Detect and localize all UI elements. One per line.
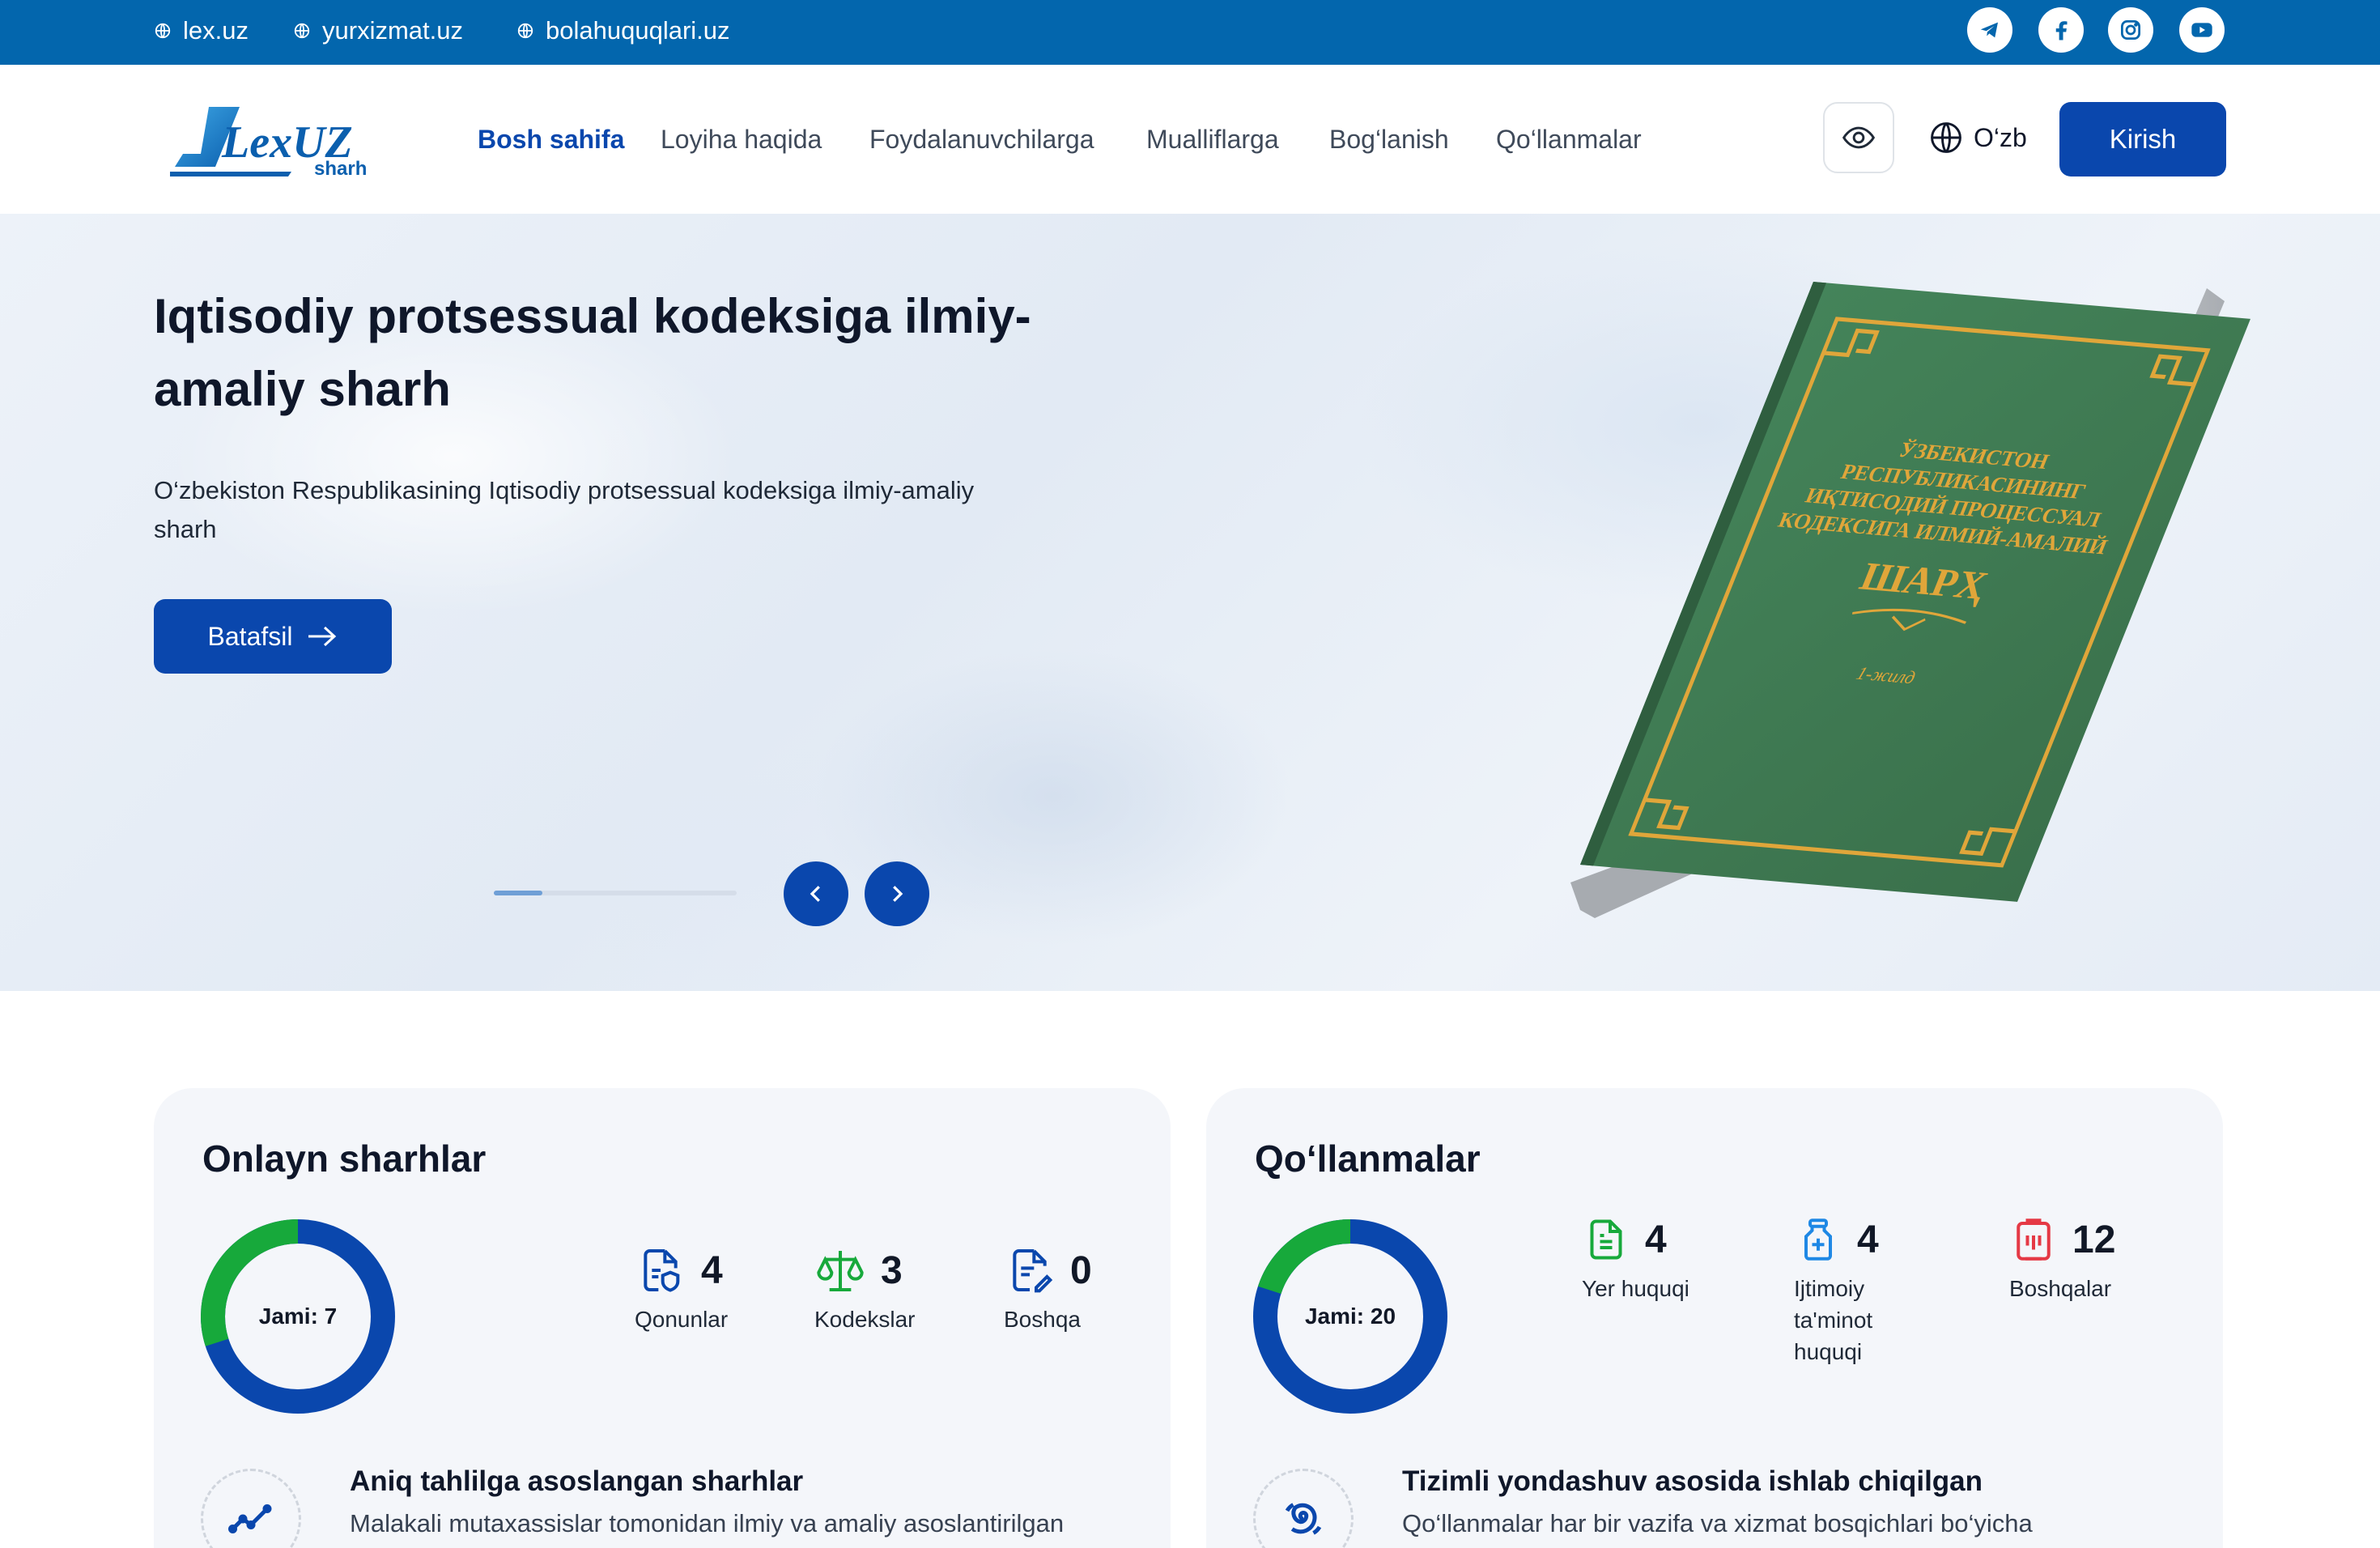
chevron-left-icon [810,886,820,902]
card-title: Onlayn sharhlar [202,1138,487,1180]
arrow-right-icon [308,626,337,647]
stat-value: 0 [1070,1248,1092,1292]
language-selector[interactable]: O‘zb [1928,118,2027,157]
stat-boshqa[interactable]: 0 Boshqa [1004,1242,1092,1335]
stat-label: Boshqa [1004,1307,1081,1332]
chevron-right-icon [893,886,903,902]
instagram-link[interactable] [2108,7,2153,53]
globe-icon [155,23,171,39]
feature-text: Qo‘llanmalar har bir vazifa va xizmat bo… [1402,1509,2033,1537]
donut-total-label: Jami: 7 [258,1303,338,1329]
nav-boglanish[interactable]: Bog‘lanish [1329,120,1449,159]
nav-qollanmalar[interactable]: Qo‘llanmalar [1496,120,1642,159]
stat-label: Yer huquqi [1582,1276,1689,1301]
stat-label: Qonunlar [635,1307,729,1332]
scales-icon [817,1251,864,1291]
feature-icon-wrap [201,1469,301,1548]
document-shield-icon [644,1249,680,1292]
stat-value: 4 [1645,1218,1667,1261]
card-onlayn-sharhlar: Onlayn sharhlar Jami: 7 4 Qonunlar 3 Kod… [154,1088,1171,1548]
main-header: LexUZ sharh Bosh sahifa Loyiha haqida Fo… [0,65,2380,214]
batafsil-button[interactable]: Batafsil [154,599,392,674]
lexuz-sharh-logo[interactable]: LexUZ sharh [170,104,402,178]
telegram-link[interactable] [1967,7,2012,53]
login-button[interactable]: Kirish [2059,102,2226,176]
globe-icon [1931,122,1961,153]
document-edit-icon [1013,1249,1053,1293]
slider-progress-fill [494,891,542,895]
stat-label: Ijtimoiy ta'minot huquqi [1794,1276,1873,1364]
youtube-link[interactable] [2179,7,2225,53]
link-label: bolahuquqlari.uz [546,16,730,45]
card-qollanmalar: Qo‘llanmalar Jami: 20 4 Yer huquqi 4 Ijt… [1206,1088,2223,1548]
link-bolahuquqlari-uz[interactable]: bolahuquqlari.uz [516,13,730,49]
spiral-icon [1285,1503,1322,1535]
nav-foydalanuvchilarga[interactable]: Foydalanuvchilarga [869,120,1094,159]
card-title: Qo‘llanmalar [1255,1138,1481,1180]
stat-label: Kodekslar [814,1307,916,1332]
nav-mualliflarga[interactable]: Mualliflarga [1146,120,1279,159]
stat-label: Boshqalar [2009,1276,2112,1301]
clipboard-icon [2017,1218,2051,1261]
stat-value: 4 [701,1248,723,1292]
donut-total-label: Jami: 20 [1304,1303,1396,1329]
hero-description: O‘zbekiston Respublikasining Iqtisodiy p… [154,476,975,543]
batafsil-label: Batafsil [207,621,293,651]
hero-title: Iqtisodiy protsessual kodeksiga ilmiy-am… [154,289,1031,416]
youtube-icon [2191,23,2212,37]
stat-value: 4 [1857,1218,1879,1261]
accessibility-button[interactable] [1823,102,1894,173]
facebook-icon [2055,21,2068,40]
logo-subtext: sharh [314,158,367,178]
trend-line-icon [227,1504,272,1534]
link-yurxizmat-uz[interactable]: yurxizmat.uz [293,13,463,49]
globe-icon [294,23,310,39]
nav-bosh-sahifa[interactable]: Bosh sahifa [478,120,624,159]
stat-kodekslar[interactable]: 3 Kodekslar [814,1242,916,1335]
medicine-bottle-icon [1804,1218,1832,1261]
eye-icon [1842,126,1876,149]
feature-text: Malakali mutaxassislar tomonidan ilmiy v… [350,1509,1065,1537]
slider-prev-button[interactable] [784,861,848,926]
feature-title: Aniq tahlilga asoslangan sharhlar [350,1465,804,1497]
stat-ijtimoiy-taminot[interactable]: 4 Ijtimoiy ta'minot huquqi [1794,1211,1923,1367]
file-text-icon [1590,1219,1622,1260]
stat-value: 12 [2072,1218,2116,1261]
stat-boshqalar[interactable]: 12 Boshqalar [2009,1211,2115,1304]
instagram-icon [2121,20,2140,40]
stat-yer-huquqi[interactable]: 4 Yer huquqi [1582,1211,1689,1304]
book-cover-image: ЎЗБЕКИСТОН РЕСПУБЛИКАСИНИНГ ИҚТИСОДИЙ ПР… [1570,282,2250,918]
link-lex-uz[interactable]: lex.uz [154,13,249,49]
link-label: lex.uz [183,16,249,45]
globe-icon [517,23,533,39]
slider-progress [494,891,737,895]
nav-loyiha-haqida[interactable]: Loyiha haqida [661,120,822,159]
facebook-link[interactable] [2038,7,2084,53]
stat-value: 3 [881,1248,903,1292]
feature-icon-wrap [1253,1469,1354,1548]
stat-qonunlar[interactable]: 4 Qonunlar [635,1242,728,1335]
slider-next-button[interactable] [865,861,929,926]
feature-title: Tizimli yondashuv asosida ishlab chiqilg… [1402,1465,1983,1497]
link-label: yurxizmat.uz [322,16,463,45]
hero-slider: Iqtisodiy protsessual kodeksiga ilmiy-am… [0,214,2380,991]
telegram-icon [1980,22,1998,38]
language-label: O‘zb [1974,122,2027,152]
top-bar: lex.uz yurxizmat.uz bolahuquqlari.uz [0,0,2380,65]
